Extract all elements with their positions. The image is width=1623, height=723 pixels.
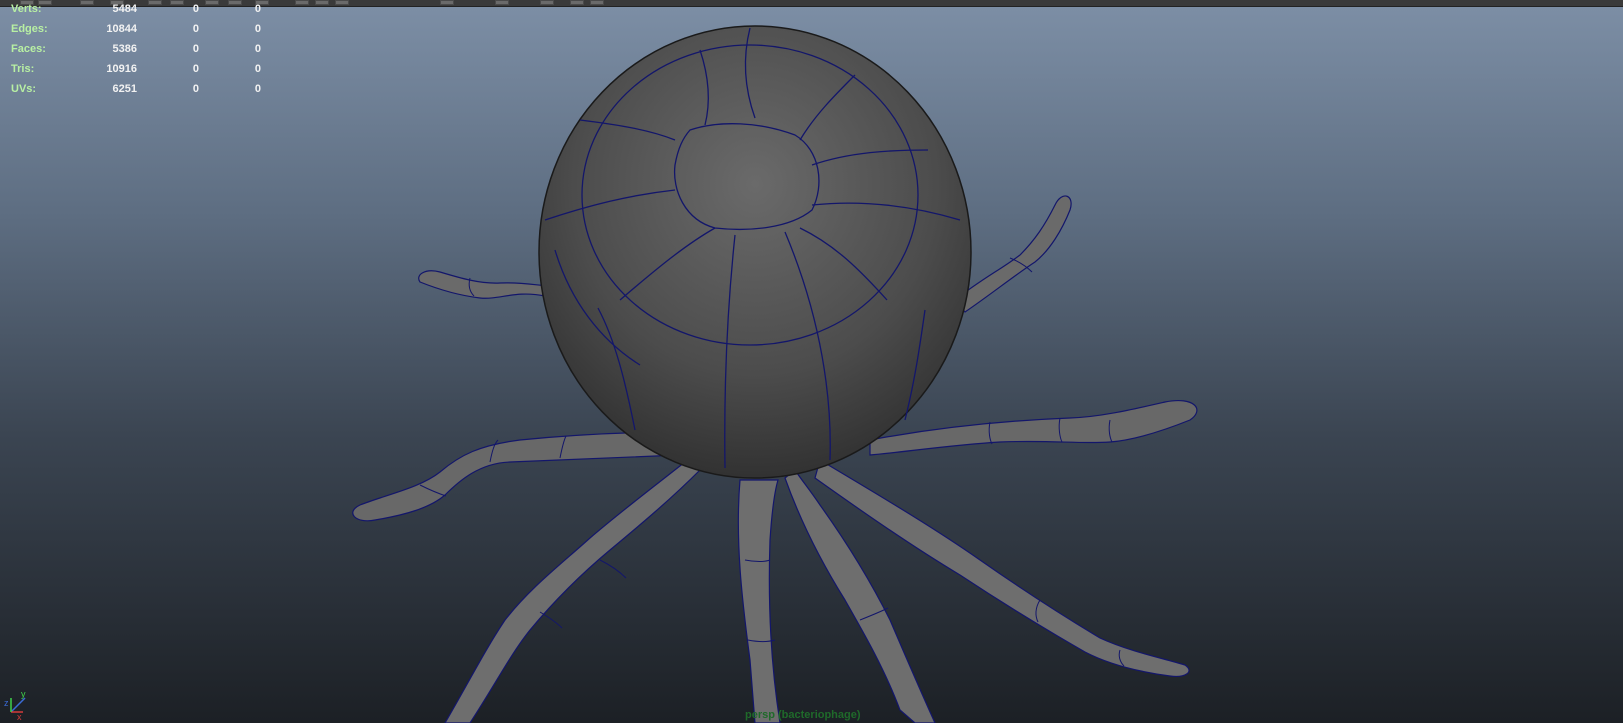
hud-label: UVs: bbox=[11, 83, 37, 95]
hud-label: Tris: bbox=[11, 63, 35, 75]
axis-z-label: z bbox=[4, 698, 9, 708]
axis-x-label: x bbox=[17, 712, 22, 720]
hud-value: 0 bbox=[254, 83, 261, 95]
axis-gizmo-icon: y z x bbox=[4, 689, 26, 720]
hud-value: 5386 bbox=[112, 43, 137, 55]
hud-value: 0 bbox=[192, 23, 199, 35]
leg-upper-right[interactable] bbox=[954, 195, 1072, 313]
hud-value: 0 bbox=[192, 63, 199, 75]
hud-value: 0 bbox=[254, 63, 261, 75]
leg-lower-center[interactable] bbox=[737, 479, 781, 723]
hud-value: 10916 bbox=[106, 63, 137, 75]
hud-value: 6251 bbox=[112, 83, 137, 95]
hud-value: 0 bbox=[254, 3, 261, 15]
hud-value: 0 bbox=[192, 43, 199, 55]
hud-value: 5484 bbox=[112, 3, 137, 15]
hud-value: 0 bbox=[192, 83, 199, 95]
leg-lower-left[interactable] bbox=[444, 457, 701, 723]
hud-label: Faces: bbox=[11, 43, 46, 55]
hud-value: 0 bbox=[254, 43, 261, 55]
leg-right[interactable] bbox=[869, 400, 1198, 456]
phage-head[interactable] bbox=[538, 25, 972, 479]
hud-value: 10844 bbox=[106, 23, 137, 35]
camera-label: persp (bacteriophage) bbox=[745, 709, 861, 721]
leg-upper-left[interactable] bbox=[418, 270, 549, 299]
hud-value: 0 bbox=[192, 3, 199, 15]
3d-viewport[interactable] bbox=[0, 0, 1623, 723]
axis-y-label: y bbox=[21, 689, 26, 699]
hud-label: Edges: bbox=[11, 23, 48, 35]
hud-value: 0 bbox=[254, 23, 261, 35]
hud-label: Verts: bbox=[11, 3, 42, 15]
